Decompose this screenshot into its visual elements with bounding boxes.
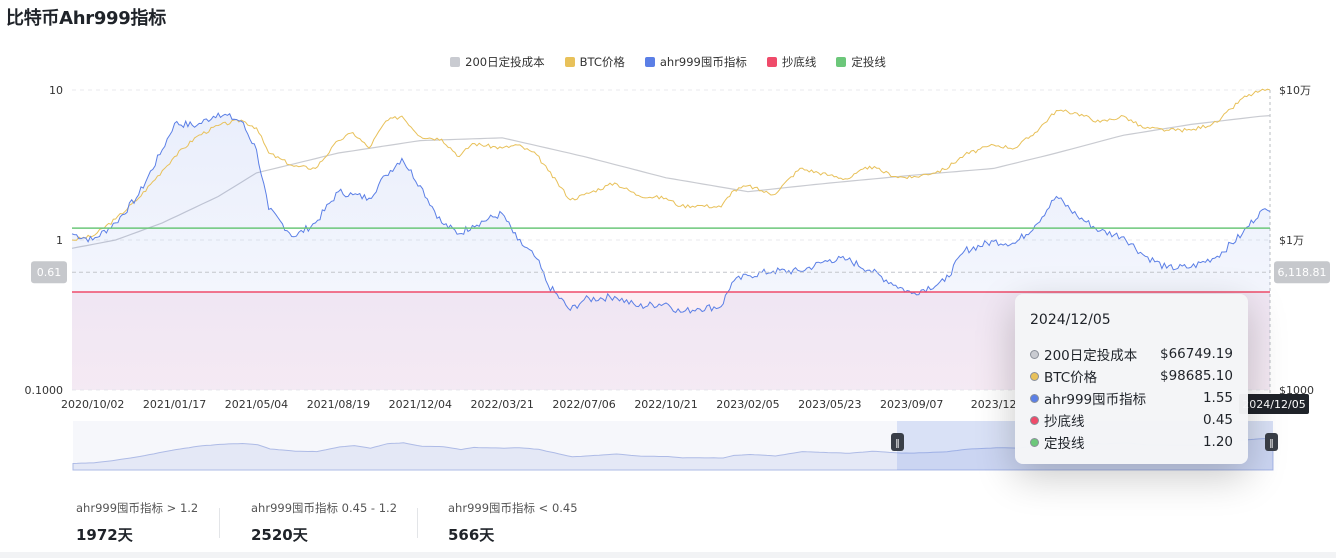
stat-divider: [417, 508, 418, 538]
tooltip-row-dca-cost: 200日定投成本 $66749.19: [1030, 344, 1233, 364]
x-tick-label: 2023/12: [971, 398, 1017, 411]
y-left-tick-label: 0.1000: [25, 384, 64, 397]
y-right-tick-label: $1万: [1279, 234, 1304, 247]
tooltip-value: 0.45: [1202, 412, 1233, 428]
tooltip-row-btc-price: BTC价格 $98685.10: [1030, 366, 1233, 386]
tooltip-row-dca-line: 定投线 1.20: [1030, 432, 1233, 452]
stat-below-bottom: ahr999囤币指标 < 0.45 566天: [448, 500, 578, 545]
tooltip-label: BTC价格: [1044, 370, 1098, 386]
footer-strip: [0, 552, 1336, 558]
tooltip-label: 抄底线: [1044, 414, 1085, 430]
stats-bar: ahr999囤币指标 > 1.2 1972天 ahr999囤币指标 0.45 - …: [0, 500, 700, 544]
tooltip-value: 1.55: [1202, 390, 1233, 406]
x-tick-label: 2021/12/04: [389, 398, 452, 411]
x-tick-label: 2023/05/23: [798, 398, 861, 411]
crosshair-x-label: 2024/12/05: [1242, 398, 1305, 411]
tooltip-dot: [1030, 415, 1039, 425]
tooltip-row-bottom-line: 抄底线 0.45: [1030, 410, 1233, 430]
tooltip-row-ahr999: ahr999囤币指标 1.55: [1030, 388, 1233, 408]
tooltip-dot: [1030, 393, 1039, 403]
stat-value: 566天: [448, 526, 495, 544]
x-tick-label: 2023/02/05: [716, 398, 779, 411]
stat-between: ahr999囤币指标 0.45 - 1.2 2520天: [251, 500, 397, 545]
tooltip-dot: [1030, 371, 1039, 381]
navigator-handle-grip: ‖: [1269, 439, 1274, 449]
crosshair-right-label: 6,118.81: [1278, 266, 1327, 279]
x-tick-label: 2021/08/19: [307, 398, 370, 411]
stat-above-dca: ahr999囤币指标 > 1.2 1972天: [76, 500, 198, 545]
stat-value: 1972天: [76, 526, 133, 544]
tooltip-dot: [1030, 349, 1039, 359]
stat-label: ahr999囤币指标 0.45 - 1.2: [251, 501, 398, 515]
tooltip-date: 2024/12/05: [1030, 312, 1111, 328]
y-left-tick-label: 10: [49, 84, 63, 97]
x-tick-label: 2020/10/02: [61, 398, 124, 411]
tooltip: 2024/12/05 200日定投成本 $66749.19 BTC价格 $98685…: [1015, 294, 1248, 464]
tooltip-label: 定投线: [1044, 436, 1085, 452]
y-left-tick-label: 1: [56, 234, 63, 247]
x-tick-label: 2022/07/06: [552, 398, 615, 411]
crosshair-left-label: 0.61: [37, 266, 62, 279]
x-tick-label: 2021/05/04: [225, 398, 288, 411]
x-tick-label: 2021/01/17: [143, 398, 206, 411]
navigator-handle-grip: ‖: [895, 439, 900, 449]
tooltip-value: $66749.19: [1159, 346, 1233, 362]
stat-value: 2520天: [251, 526, 308, 544]
tooltip-label: 200日定投成本: [1044, 348, 1138, 364]
stat-label: ahr999囤币指标 > 1.2: [76, 501, 199, 515]
x-tick-label: 2022/03/21: [471, 398, 534, 411]
x-tick-label: 2023/09/07: [880, 398, 943, 411]
tooltip-dot: [1030, 437, 1039, 447]
tooltip-label: ahr999囤币指标: [1044, 392, 1147, 408]
y-right-tick-label: $10万: [1279, 84, 1311, 97]
tooltip-value: 1.20: [1202, 434, 1233, 450]
stat-label: ahr999囤币指标 < 0.45: [448, 501, 578, 515]
stat-divider: [219, 508, 220, 538]
tooltip-value: $98685.10: [1159, 368, 1233, 384]
x-tick-label: 2022/10/21: [634, 398, 697, 411]
